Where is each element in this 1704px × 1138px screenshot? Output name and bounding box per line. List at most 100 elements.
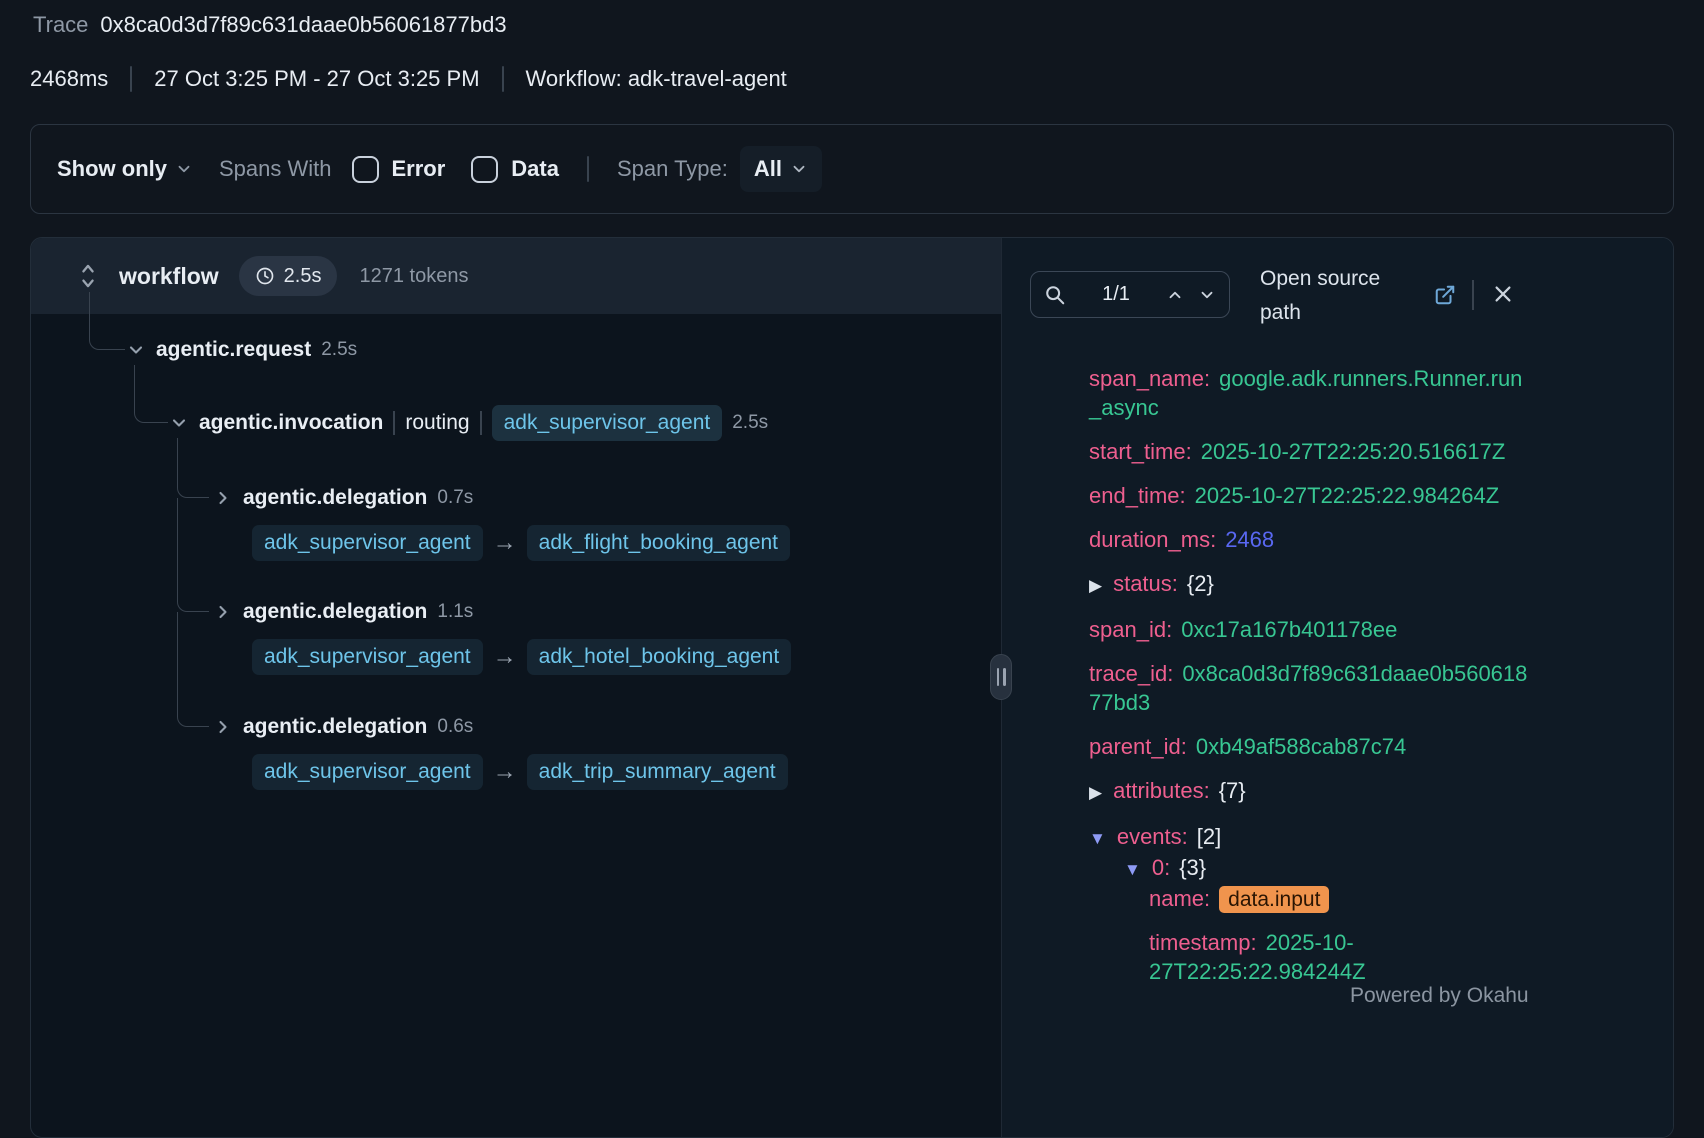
open-source-path-link[interactable]: Open source path	[1260, 262, 1420, 330]
field-span-id: span_id:0xc17a167b401178ee	[1089, 615, 1529, 644]
delegation-agents: adk_supervisor_agent → adk_trip_summary_…	[252, 752, 788, 792]
field-duration-ms: duration_ms:2468	[1089, 525, 1529, 554]
tree-connector	[134, 365, 168, 423]
field-trace-id: trace_id:0x8ca0d3d7f89c631daae0b56061877…	[1089, 659, 1529, 717]
spans-with-label: Spans With	[219, 156, 332, 182]
trace-label: Trace	[33, 12, 88, 38]
span-row-invocation[interactable]: agentic.invocation routing adk_superviso…	[169, 403, 768, 443]
span-row-delegation[interactable]: agentic.delegation 1.1s	[213, 594, 473, 630]
collapsed-arrow-icon[interactable]: ▶	[1089, 571, 1102, 600]
field-span-name: span_name:google.adk.runners.Runner.run_…	[1089, 364, 1529, 422]
field-events: ▼events:[2]	[1089, 822, 1529, 853]
event-name-badge: data.input	[1219, 886, 1329, 913]
delegation-agents: adk_supervisor_agent → adk_hotel_booking…	[252, 637, 791, 677]
chevron-down-icon[interactable]	[1198, 286, 1216, 304]
agent-pill-supervisor[interactable]: adk_supervisor_agent	[492, 405, 723, 441]
tree-connector	[177, 498, 209, 612]
arrow-right-icon: →	[493, 531, 517, 555]
workflow-duration-pill: 2.5s	[239, 256, 338, 296]
data-checkbox-label: Data	[511, 156, 559, 182]
chevron-right-icon[interactable]	[213, 717, 233, 737]
drag-grip-icon	[997, 668, 1000, 686]
search-icon	[1044, 284, 1066, 306]
divider	[587, 156, 589, 182]
workflow-root-label[interactable]: workflow	[119, 263, 219, 290]
chevron-right-icon[interactable]	[213, 488, 233, 508]
expand-collapse-icon[interactable]	[77, 261, 99, 291]
agent-pill-from[interactable]: adk_supervisor_agent	[252, 525, 483, 561]
trace-workflow: Workflow: adk-travel-agent	[526, 66, 787, 92]
data-checkbox[interactable]	[471, 156, 498, 183]
span-label: agentic.invocation	[199, 411, 383, 435]
token-count: 1271 tokens	[359, 265, 468, 288]
chevron-down-icon[interactable]	[169, 413, 189, 433]
field-event-0: ▼0:{3}	[1089, 853, 1529, 884]
divider	[130, 66, 132, 92]
show-only-dropdown[interactable]: Show only	[57, 156, 193, 182]
workflow-duration: 2.5s	[284, 265, 322, 288]
error-checkbox[interactable]	[352, 156, 379, 183]
error-checkbox-label: Error	[392, 156, 446, 182]
clock-icon	[255, 266, 275, 286]
collapsed-arrow-icon[interactable]: ▶	[1089, 778, 1102, 807]
chevron-down-icon[interactable]	[126, 340, 146, 360]
close-icon[interactable]	[1492, 283, 1514, 305]
show-only-label: Show only	[57, 156, 167, 182]
agent-pill-from[interactable]: adk_supervisor_agent	[252, 639, 483, 675]
delegation-agents: adk_supervisor_agent → adk_flight_bookin…	[252, 523, 790, 563]
span-detail-panel: 1/1 Open source path span_name:google.ad…	[1001, 238, 1674, 1138]
span-type: routing	[405, 411, 469, 435]
span-label: agentic.delegation	[243, 715, 427, 739]
field-start-time: start_time:2025-10-27T22:25:20.516617Z	[1089, 437, 1529, 466]
drag-grip-icon	[1003, 668, 1006, 686]
chevron-up-icon[interactable]	[1166, 286, 1184, 304]
tree-connector	[177, 438, 209, 498]
field-attributes: ▶attributes:{7}	[1089, 776, 1529, 807]
span-label: agentic.delegation	[243, 486, 427, 510]
trace-time-range: 27 Oct 3:25 PM - 27 Oct 3:25 PM	[154, 66, 479, 92]
field-end-time: end_time:2025-10-27T22:25:22.984264Z	[1089, 481, 1529, 510]
external-link-icon[interactable]	[1434, 284, 1456, 306]
span-duration: 0.7s	[437, 487, 473, 509]
search-match-count: 1/1	[1080, 283, 1152, 306]
span-label: agentic.request	[156, 338, 311, 362]
trace-header: Trace 0x8ca0d3d7f89c631daae0b56061877bd3	[33, 12, 507, 38]
agent-pill-to[interactable]: adk_trip_summary_agent	[527, 754, 788, 790]
tree-connector	[89, 292, 125, 350]
tree-connector	[177, 612, 209, 727]
agent-pill-to[interactable]: adk_flight_booking_agent	[527, 525, 790, 561]
span-duration: 2.5s	[732, 412, 768, 434]
span-label: agentic.delegation	[243, 600, 427, 624]
span-type-label: Span Type:	[617, 156, 728, 182]
chevron-right-icon[interactable]	[213, 602, 233, 622]
trace-meta: 2468ms 27 Oct 3:25 PM - 27 Oct 3:25 PM W…	[30, 66, 787, 92]
trace-id: 0x8ca0d3d7f89c631daae0b56061877bd3	[100, 12, 506, 38]
workflow-header: workflow 2.5s 1271 tokens	[31, 238, 1001, 314]
agent-pill-to[interactable]: adk_hotel_booking_agent	[527, 639, 792, 675]
span-fields: span_name:google.adk.runners.Runner.run_…	[1089, 364, 1529, 1001]
agent-pill-from[interactable]: adk_supervisor_agent	[252, 754, 483, 790]
span-duration: 1.1s	[437, 601, 473, 623]
field-status: ▶status:{2}	[1089, 569, 1529, 600]
search-input[interactable]: 1/1	[1030, 271, 1230, 318]
expanded-arrow-icon[interactable]: ▼	[1089, 824, 1106, 853]
panel-resize-handle[interactable]	[990, 654, 1012, 700]
powered-by-watermark: Powered by Okahu	[1350, 984, 1529, 1008]
span-type-value: All	[754, 156, 782, 182]
field-event-timestamp: timestamp:2025-10-27T22:25:22.984244Z	[1089, 928, 1529, 986]
expanded-arrow-icon[interactable]: ▼	[1124, 855, 1141, 884]
span-type-dropdown[interactable]: All	[740, 146, 822, 192]
arrow-right-icon: →	[493, 760, 517, 784]
span-row-delegation[interactable]: agentic.delegation 0.7s	[213, 480, 473, 516]
chevron-down-icon	[790, 160, 808, 178]
field-parent-id: parent_id:0xb49af588cab87c74	[1089, 732, 1529, 761]
span-row-delegation[interactable]: agentic.delegation 0.6s	[213, 709, 473, 745]
filter-bar: Show only Spans With Error Data Span Typ…	[30, 124, 1674, 214]
divider	[1472, 280, 1474, 310]
divider	[393, 411, 395, 435]
arrow-right-icon: →	[493, 645, 517, 669]
trace-duration: 2468ms	[30, 66, 108, 92]
span-row-request[interactable]: agentic.request 2.5s	[126, 332, 357, 368]
divider	[502, 66, 504, 92]
span-duration: 2.5s	[321, 339, 357, 361]
